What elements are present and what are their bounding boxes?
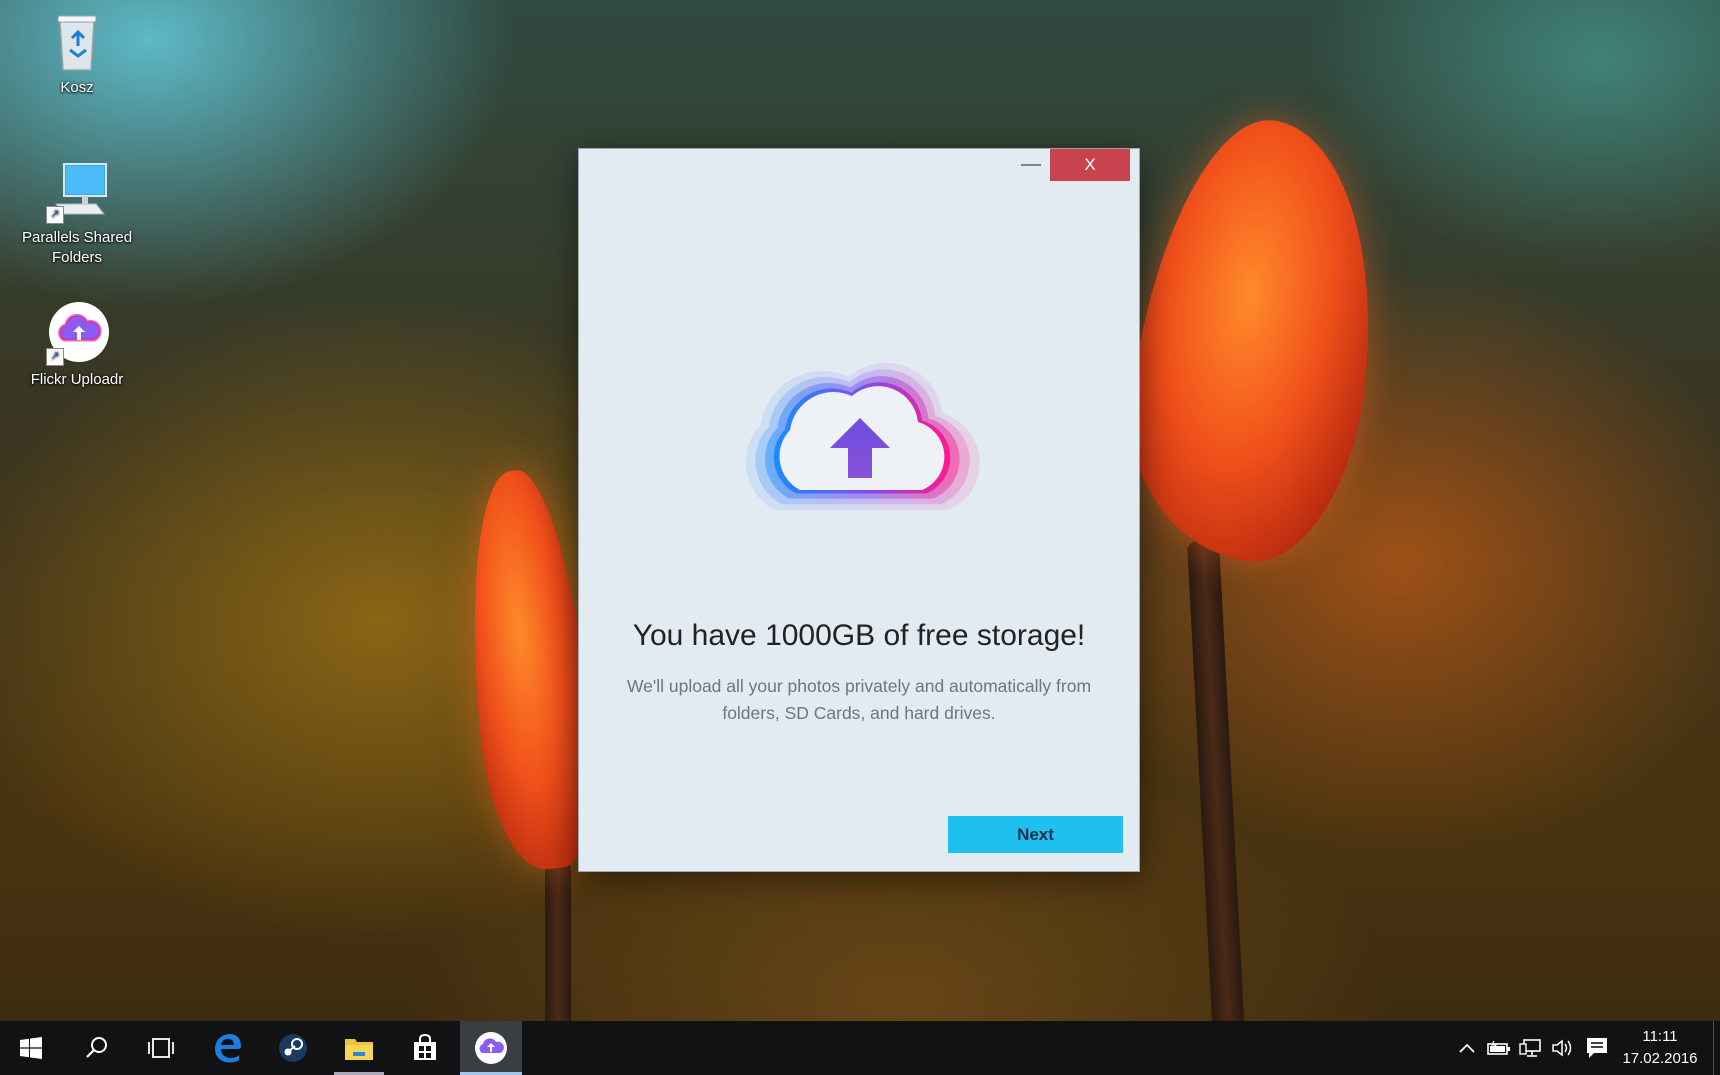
- taskbar-clock[interactable]: 11:11 17.02.2016: [1615, 1026, 1705, 1070]
- network-icon: [1519, 1039, 1541, 1057]
- start-button[interactable]: [0, 1021, 62, 1075]
- dialog-description: We'll upload all your photos privately a…: [599, 673, 1119, 727]
- action-center-icon: [1587, 1038, 1607, 1058]
- clock-time: 11:11: [1642, 1028, 1678, 1045]
- desktop-icon-kosz[interactable]: Kosz: [17, 10, 137, 98]
- taskbar-file-explorer-button[interactable]: [328, 1021, 390, 1075]
- close-button[interactable]: X: [1050, 149, 1130, 181]
- steam-icon: [279, 1034, 307, 1062]
- dialog-description-line: folders, SD Cards, and hard drives.: [722, 703, 996, 723]
- task-view-icon: [148, 1038, 174, 1058]
- taskbar-store-button[interactable]: [394, 1021, 456, 1075]
- task-view-button[interactable]: [130, 1021, 192, 1075]
- dialog-description-line: We'll upload all your photos privately a…: [626, 676, 1092, 696]
- desktop-icon-parallels-shared-folders[interactable]: ↗ Parallels Shared Folders: [17, 160, 137, 268]
- recycle-bin-icon: [42, 10, 112, 74]
- taskbar-flickr-uploadr-button[interactable]: [460, 1021, 522, 1075]
- show-hidden-icons-button[interactable]: [1452, 1021, 1482, 1075]
- chevron-up-icon: [1459, 1043, 1475, 1053]
- computer-shortcut-icon: ↗: [42, 160, 112, 224]
- show-desktop-button[interactable]: [1713, 1021, 1720, 1075]
- battery-button[interactable]: [1484, 1021, 1514, 1075]
- taskbar-steam-button[interactable]: [262, 1021, 324, 1075]
- dialog-headline: You have 1000GB of free storage!: [632, 619, 1086, 652]
- store-icon: [414, 1034, 436, 1060]
- search-button[interactable]: [66, 1021, 128, 1075]
- flickr-uploadr-icon: [475, 1032, 507, 1064]
- flickr-uploadr-icon: ↗: [42, 302, 112, 366]
- volume-button[interactable]: [1548, 1021, 1578, 1075]
- desktop-icon-label: Flickr Uploadr: [30, 371, 124, 388]
- cloud-upload-icon: [715, 324, 1005, 554]
- desktop-icon-label: Kosz: [60, 79, 94, 96]
- desktop-icon-flickr-uploadr[interactable]: ↗ Flickr Uploadr: [17, 302, 137, 390]
- search-icon: [86, 1037, 107, 1058]
- taskbar-edge-button[interactable]: [196, 1021, 258, 1075]
- volume-icon: [1552, 1039, 1572, 1057]
- flickr-uploadr-dialog: X You have 1000GB of free storage! We'll…: [578, 148, 1140, 872]
- minimize-icon: [1021, 164, 1041, 166]
- desktop-icon-label: Parallels Shared Folders: [21, 229, 133, 266]
- next-button[interactable]: Next: [948, 816, 1123, 853]
- file-explorer-icon: [345, 1039, 373, 1060]
- battery-icon: [1487, 1040, 1510, 1055]
- clock-date: 17.02.2016: [1622, 1050, 1698, 1067]
- shortcut-arrow-icon: ↗: [46, 348, 64, 366]
- network-button[interactable]: [1516, 1021, 1546, 1075]
- shortcut-arrow-icon: ↗: [46, 206, 64, 224]
- windows-start-icon: [20, 1037, 42, 1059]
- minimize-button[interactable]: [1009, 155, 1053, 175]
- taskbar: 11:11 17.02.2016: [0, 1021, 1720, 1075]
- action-center-button[interactable]: [1582, 1021, 1612, 1075]
- edge-icon: [215, 1034, 241, 1063]
- desktop: Kosz ↗ Parallels Shared Folders ↗ Flickr…: [0, 0, 1720, 1075]
